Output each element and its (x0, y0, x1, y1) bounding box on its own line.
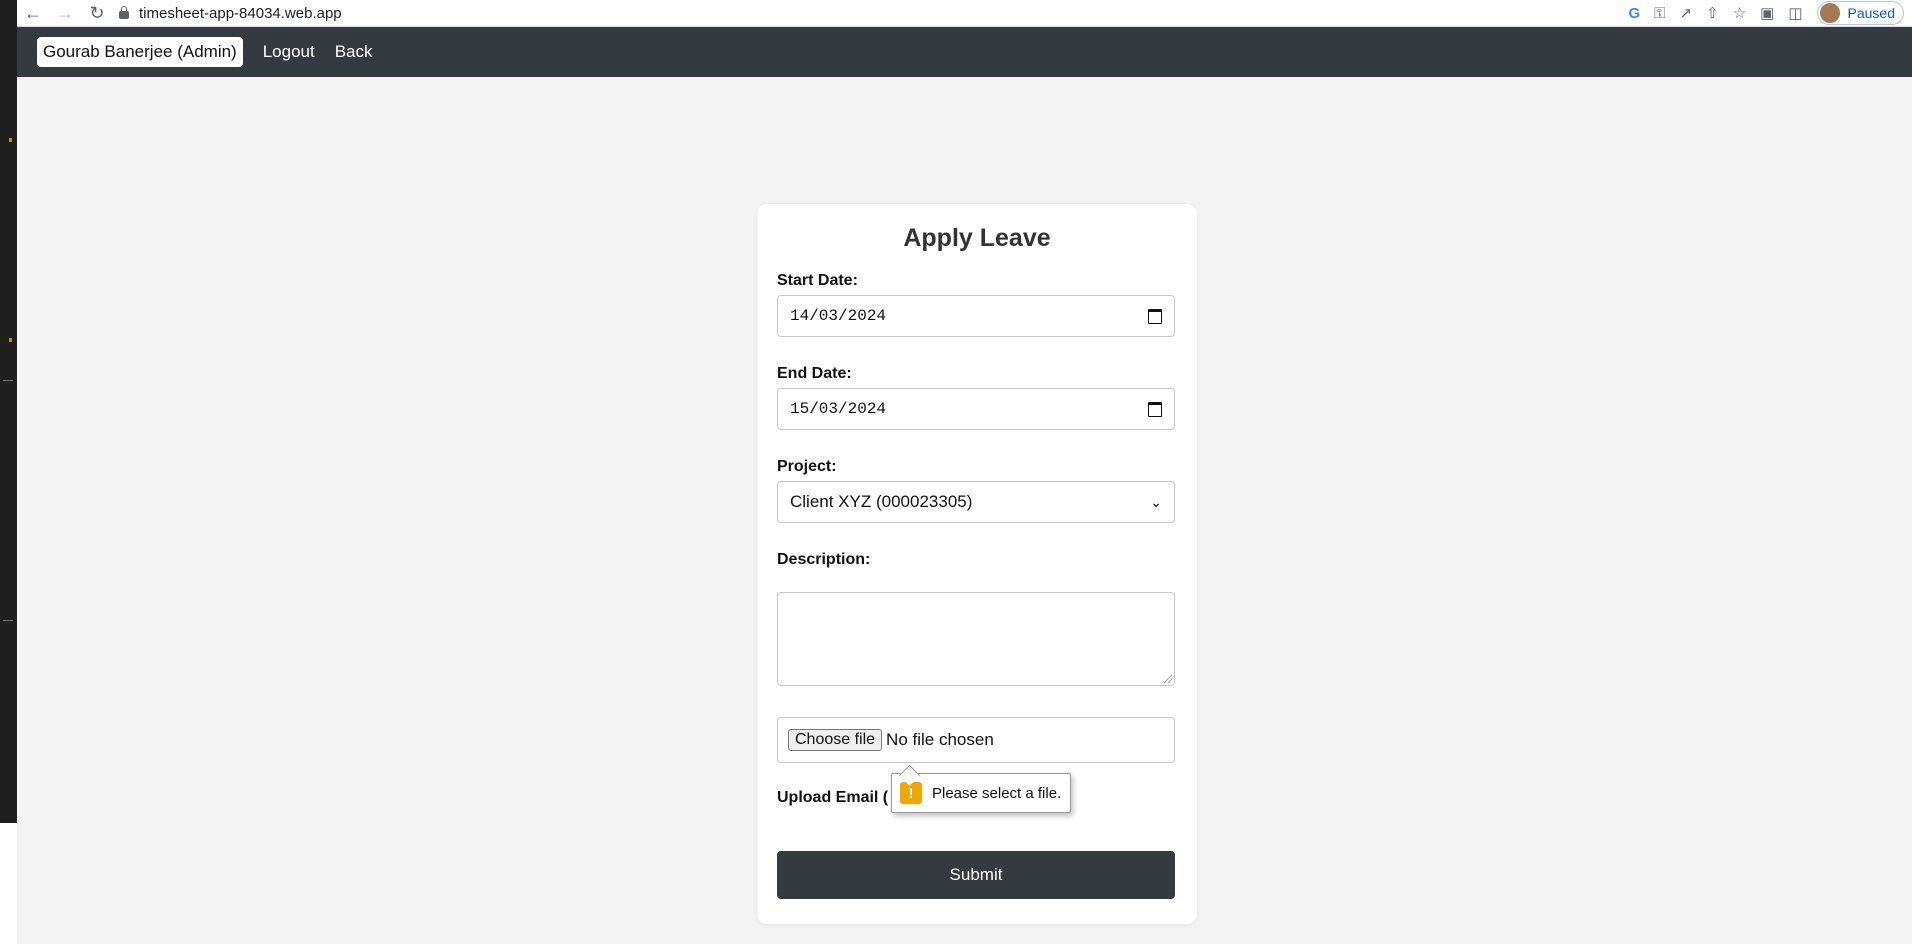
start-date-value: 14/03/2024 (790, 307, 887, 325)
background-window-strip (0, 0, 17, 823)
choose-file-button[interactable]: Choose file (788, 729, 883, 751)
lock-icon[interactable] (119, 6, 129, 19)
star-icon[interactable]: ☆ (1733, 4, 1746, 22)
back-link[interactable]: Back (335, 42, 373, 62)
strip-marker (9, 138, 12, 142)
avatar (1819, 3, 1840, 23)
chevron-down-icon: ⌄ (1150, 493, 1162, 510)
strip-divider (3, 380, 13, 381)
address-bar[interactable]: timesheet-app-84034.web.app (119, 5, 342, 22)
end-date-input[interactable]: 15/03/2024 (777, 388, 1175, 430)
upload-email-label: Upload Email ( (777, 789, 889, 806)
file-status: No file chosen (886, 730, 994, 749)
browser-toolbar: ← → ↻ timesheet-app-84034.web.app G ⚿ ↗ … (17, 0, 1912, 27)
apply-leave-card: Apply Leave Start Date: 14/03/2024 End D… (757, 204, 1197, 924)
logout-link[interactable]: Logout (263, 42, 315, 62)
profile-button[interactable]: Paused (1816, 1, 1904, 25)
calendar-icon[interactable] (1148, 401, 1162, 417)
key-icon[interactable]: ⚿ (1654, 5, 1665, 22)
warning-icon: ! (900, 782, 922, 804)
open-in-app-icon[interactable]: ↗ (1680, 4, 1693, 22)
reload-icon[interactable]: ↻ (81, 4, 113, 22)
project-select[interactable]: Client XYZ (000023305) ⌄ (777, 481, 1175, 523)
description-textarea[interactable] (777, 592, 1175, 686)
validation-tooltip: ! Please select a file. (891, 773, 1072, 813)
end-date-value: 15/03/2024 (790, 400, 887, 418)
google-icon[interactable]: G (1628, 5, 1640, 22)
arrow-left-icon[interactable]: ← (17, 4, 49, 22)
share-icon[interactable]: ⇧ (1706, 4, 1719, 22)
submit-button[interactable]: Submit (777, 851, 1175, 899)
calendar-icon[interactable] (1148, 308, 1162, 324)
browser-actions: G ⚿ ↗ ⇧ ☆ ▣ ◫ Paused (1628, 1, 1912, 25)
arrow-right-icon[interactable]: → (49, 4, 81, 22)
end-date-label: End Date: (777, 365, 852, 382)
strip-divider (3, 620, 13, 621)
start-date-input[interactable]: 14/03/2024 (777, 295, 1175, 337)
validation-message: Please select a file. (932, 784, 1062, 802)
start-date-label: Start Date: (777, 272, 858, 289)
user-badge: Gourab Banerjee (Admin) (37, 37, 243, 67)
puzzle-icon[interactable]: ▣ (1760, 4, 1774, 22)
page-title: Apply Leave (903, 224, 1051, 252)
resize-grip-icon[interactable] (1164, 675, 1172, 683)
profile-status: Paused (1847, 5, 1895, 21)
strip-marker (9, 338, 12, 342)
description-label: Description: (777, 551, 871, 568)
side-panel-icon[interactable]: ◫ (1788, 4, 1802, 22)
background-window-edge (0, 823, 17, 944)
app-navbar: Gourab Banerjee (Admin) Logout Back (17, 27, 1912, 77)
url-text[interactable]: timesheet-app-84034.web.app (139, 5, 342, 22)
project-selected-value: Client XYZ (000023305) (790, 492, 973, 511)
file-input[interactable]: Choose file No file chosen (777, 717, 1175, 763)
project-label: Project: (777, 458, 837, 475)
